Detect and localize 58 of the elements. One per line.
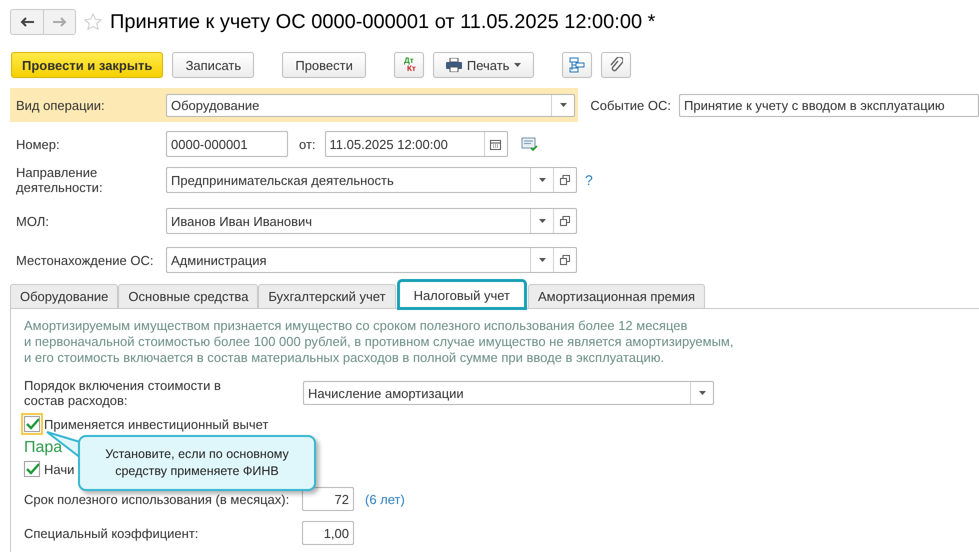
back-arrow-icon xyxy=(20,17,34,27)
date-field[interactable]: 11.05.2025 12:00:00 xyxy=(324,131,508,157)
open-icon xyxy=(560,255,570,265)
attach-button[interactable] xyxy=(601,52,632,78)
operation-select[interactable]: Оборудование xyxy=(166,94,575,116)
tab[interactable]: Основные средства xyxy=(118,284,258,308)
debit-credit-button[interactable]: Дт Кт xyxy=(394,52,424,78)
field-label: Событие ОС: xyxy=(590,98,671,112)
field-label: Вид операции: xyxy=(15,98,106,112)
caret-icon xyxy=(538,219,546,223)
printer-icon xyxy=(446,58,462,72)
section-heading: Пара xyxy=(24,439,62,457)
tab[interactable]: Амортизационная премия xyxy=(528,284,706,308)
field-label: Срок полезного использования (в месяцах): xyxy=(24,492,290,506)
reference-select[interactable]: Администрация xyxy=(166,247,577,273)
useful-life-field[interactable]: 72 xyxy=(302,487,354,511)
checkbox[interactable] xyxy=(24,416,40,432)
caret-icon xyxy=(514,63,522,67)
open-icon xyxy=(560,216,570,226)
field-label: Специальный коэффициент: xyxy=(24,526,200,540)
field-label: МОЛ: xyxy=(15,214,50,228)
toolbar-button[interactable]: Провести xyxy=(282,52,366,78)
tab[interactable]: Налоговый учет xyxy=(398,281,525,308)
document-check-icon[interactable] xyxy=(520,137,539,151)
checkbox[interactable] xyxy=(24,461,40,477)
field-label: от: xyxy=(299,136,316,152)
reference-select[interactable]: Иванов Иван Иванович xyxy=(166,208,577,234)
caret-icon xyxy=(698,391,706,395)
expense-order-select[interactable]: Начисление амортизации xyxy=(303,381,714,405)
field-label: Номер: xyxy=(15,136,61,152)
info-text: Амортизируемым имуществом признается имущество со сроком полезного использования более 12 месяцев и первоначальной стоимостью более 100 000 рублей, в противном случае имущество не является амортизируемым, и его стоимость включается в состав материальных расходов в полной сумме при вводе в эксплуатацию. xyxy=(24,318,734,366)
tab[interactable]: Оборудование xyxy=(10,284,118,308)
checkbox-label: Применяется инвестиционный вычет xyxy=(44,416,268,432)
star-icon[interactable] xyxy=(84,13,102,31)
event-field[interactable]: Принятие к учету с вводом в эксплуатацию xyxy=(679,94,979,116)
coefficient-field[interactable]: 1,00 xyxy=(302,521,354,545)
print-button[interactable]: Печать xyxy=(432,52,534,78)
hierarchy-icon xyxy=(569,57,586,73)
tab[interactable]: Бухгалтерский учет xyxy=(258,284,396,308)
paperclip-icon xyxy=(609,57,624,73)
help-link[interactable]: ? xyxy=(585,172,593,188)
years-note: (6 лет) xyxy=(365,492,405,506)
reference-select[interactable]: Предпринимательская деятельность xyxy=(166,167,577,193)
number-field[interactable]: 0000-000001 xyxy=(166,131,288,157)
caret-icon xyxy=(538,258,546,262)
toolbar-button[interactable]: Записать xyxy=(172,52,254,78)
field-label: Порядок включения стоимости в состав расходов: xyxy=(24,378,222,408)
field-label: Направление деятельности: xyxy=(15,165,104,195)
caret-icon xyxy=(538,178,546,182)
post-and-close-button[interactable]: Провести и закрыть xyxy=(11,52,164,78)
calendar-icon xyxy=(490,138,502,150)
caret-icon xyxy=(560,103,566,107)
field-label: Местонахождение ОС: xyxy=(15,252,154,268)
checkbox-label: Начи xyxy=(44,462,74,476)
structure-button[interactable] xyxy=(562,52,592,78)
window-title: Принятие к учету ОС 0000-000001 от 11.05.2025 12:00:00 * xyxy=(110,10,656,34)
open-icon xyxy=(560,175,570,185)
forward-arrow-icon xyxy=(52,17,66,27)
